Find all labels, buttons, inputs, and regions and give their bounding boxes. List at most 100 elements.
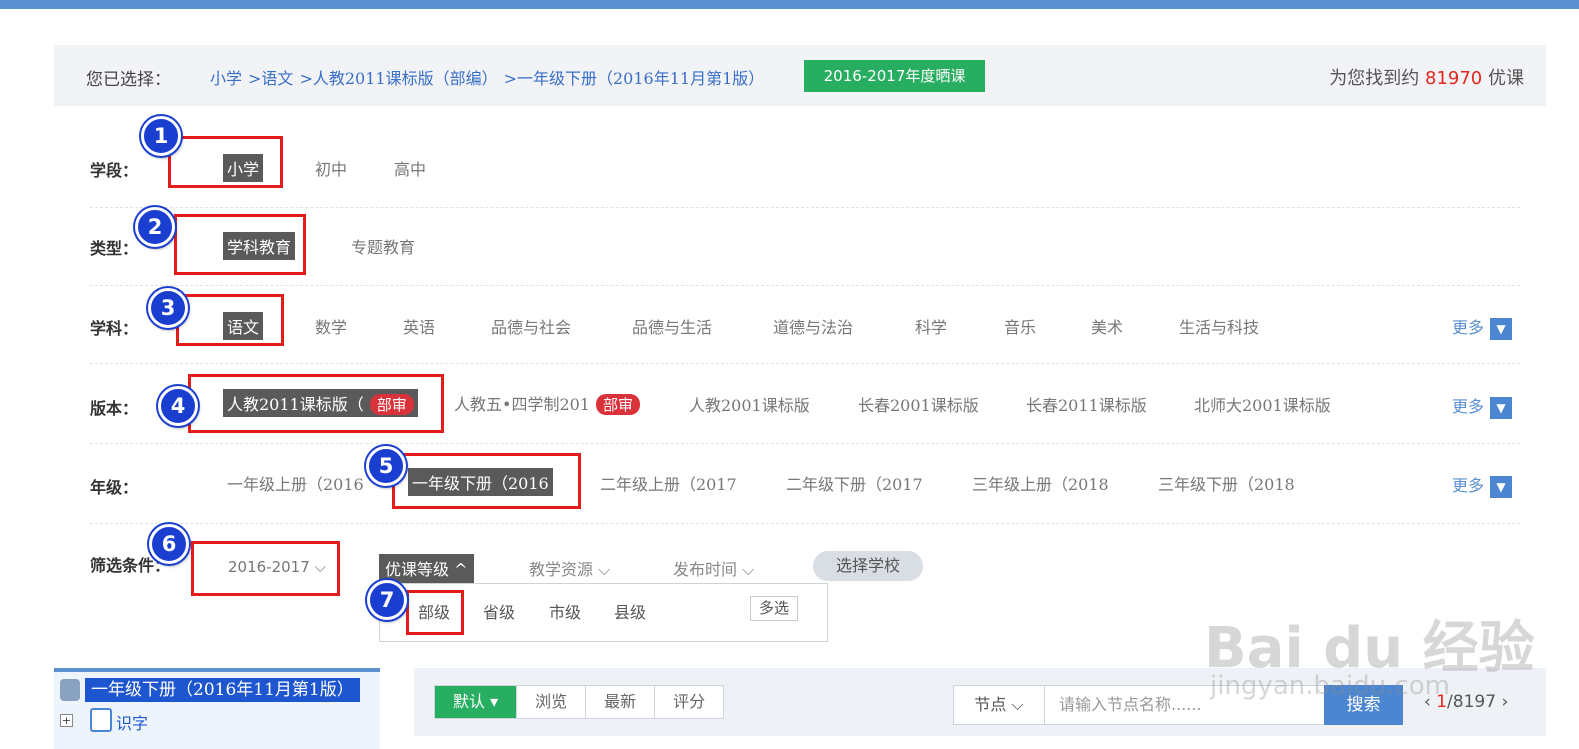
crumb-stage[interactable]: 小学 [210, 69, 242, 88]
sort-default-label: 默认 [453, 692, 486, 711]
tree-root-node[interactable]: 一年级下册（2016年11月第1版） [85, 678, 360, 702]
step-marker-5: 5 [366, 446, 406, 486]
stage-row: 学段： 小学 初中 高中 [90, 130, 1520, 208]
result-prefix: 为您找到约 [1329, 68, 1420, 89]
step-marker-4: 4 [158, 386, 198, 426]
subject-row: 学科： 语文 数学 英语 品德与社会 品德与生活 道德与法治 科学 音乐 美术 … [90, 286, 1520, 364]
step-marker-3: 3 [148, 288, 188, 328]
more-label: 更多 [1451, 397, 1484, 416]
next-page-icon[interactable]: › [1501, 692, 1508, 712]
grade-more-button[interactable]: 更多 ▼ [1452, 472, 1512, 498]
edition-option-cc2001[interactable]: 长春2001课标版 [858, 392, 979, 416]
stage-option-junior[interactable]: 初中 [315, 156, 347, 180]
edition-option-cc2011[interactable]: 长春2011课标版 [1026, 392, 1147, 416]
step-marker-6: 6 [149, 524, 189, 564]
subject-option-science[interactable]: 科学 [915, 314, 947, 338]
filter-tab-resource-label: 教学资源 [529, 560, 594, 579]
watermark-url: jingyan.baidu.com [1210, 671, 1450, 701]
review-badge: 部审 [595, 394, 640, 415]
grade-option-3b[interactable]: 三年级下册（2018 [1158, 471, 1295, 495]
filter-tab-level-label: 优课等级 [385, 560, 450, 579]
top-bar [0, 0, 1579, 9]
year-badge[interactable]: 2016-2017年度晒课 [804, 60, 985, 92]
crumb-edition[interactable]: >人教2011课标版（部编） [299, 69, 497, 88]
edition-option-pep2001[interactable]: 人教2001课标版 [689, 392, 810, 416]
grade-label: 年级： [90, 478, 139, 497]
annotation-box-3 [176, 294, 284, 346]
filter-tab-time-label: 发布时间 [673, 560, 738, 579]
grade-option-1a[interactable]: 一年级上册（2016 [227, 471, 364, 495]
chevron-down-icon: ⌵ [1011, 695, 1024, 714]
book-icon [60, 679, 80, 701]
result-count: 为您找到约 81970 优课 [1329, 64, 1524, 90]
edition-more-button[interactable]: 更多 ▼ [1452, 393, 1512, 419]
sort-newest-button[interactable]: 最新 [586, 686, 656, 718]
subject-option-morality-life[interactable]: 品德与生活 [632, 314, 712, 338]
level-option-province[interactable]: 省级 [483, 599, 515, 623]
annotation-box-2 [174, 214, 306, 275]
subject-option-english[interactable]: 英语 [403, 314, 435, 338]
annotation-box-5 [392, 453, 581, 509]
sort-group: 默认 ▾ 浏览 最新 评分 [434, 685, 725, 719]
step-marker-7: 7 [367, 580, 407, 620]
stage-label: 学段： [90, 161, 139, 180]
subject-option-math[interactable]: 数学 [315, 314, 347, 338]
step-marker-2: 2 [135, 207, 175, 247]
subject-option-morality-society[interactable]: 品德与社会 [491, 314, 571, 338]
edition-option-pep54[interactable]: 人教五•四学制201 部审 [454, 391, 640, 415]
grade-option-3a[interactable]: 三年级上册（2018 [972, 471, 1109, 495]
node-select[interactable]: 节点 ⌵ [953, 685, 1045, 725]
more-label: 更多 [1451, 318, 1484, 337]
triangle-down-icon: ▼ [1490, 396, 1512, 419]
node-select-value: 节点 [974, 695, 1007, 714]
type-label: 类型： [90, 239, 139, 258]
edition-label: 版本： [90, 399, 139, 418]
grade-option-2a[interactable]: 二年级上册（2017 [600, 471, 737, 495]
chapter-tree: 一年级下册（2016年11月第1版） + 识字 [54, 668, 380, 749]
subject-label: 学科： [90, 319, 139, 338]
sort-rating-button[interactable]: 评分 [655, 686, 723, 718]
annotation-box-4 [188, 374, 444, 433]
level-option-city[interactable]: 市级 [549, 599, 581, 623]
filter-tab-time[interactable]: 发布时间 ⌵ [673, 556, 754, 580]
watermark: Bai du 经验 jingyan.baidu.com [1198, 575, 1535, 705]
chevron-down-icon: ⌵ [742, 560, 755, 579]
sort-views-button[interactable]: 浏览 [517, 686, 587, 718]
crumb-subject[interactable]: >语文 [248, 69, 293, 88]
multi-select-button[interactable]: 多选 [750, 596, 798, 621]
tree-node-literacy[interactable]: 识字 [116, 710, 148, 734]
triangle-down-icon: ▼ [1490, 317, 1512, 340]
select-school-button[interactable]: 选择学校 [813, 551, 923, 581]
expand-icon[interactable]: + [60, 714, 73, 727]
filter-tab-level[interactable]: 优课等级 ^ [379, 554, 474, 584]
grade-row: 年级： 一年级上册（2016 一年级下册（2016 二年级上册（2017 二年级… [90, 444, 1520, 524]
annotation-box-6 [191, 541, 340, 596]
chevron-down-icon: ⌵ [598, 560, 611, 579]
level-option-county[interactable]: 县级 [614, 599, 646, 623]
selection-summary: 您已选择： 小学 >语文 >人教2011课标版（部编） >一年级下册（2016年11月… [54, 45, 1546, 106]
filter-tab-resource[interactable]: 教学资源 ⌵ [529, 556, 610, 580]
crumb-grade[interactable]: >一年级下册（2016年11月第1版） [504, 69, 765, 88]
subject-more-button[interactable]: 更多 ▼ [1452, 314, 1512, 340]
caret-down-icon: ▾ [490, 692, 499, 711]
subject-option-life-tech[interactable]: 生活与科技 [1179, 314, 1259, 338]
chevron-up-icon: ^ [454, 560, 468, 579]
stage-option-senior[interactable]: 高中 [394, 156, 426, 180]
result-number: 81970 [1425, 68, 1483, 89]
selection-label: 您已选择： [86, 70, 171, 90]
subject-option-art[interactable]: 美术 [1091, 314, 1123, 338]
triangle-down-icon: ▼ [1490, 475, 1512, 498]
annotation-box-1 [168, 136, 283, 188]
step-marker-1: 1 [141, 116, 181, 156]
edition-option-bnu2001[interactable]: 北师大2001课标版 [1194, 392, 1331, 416]
edition-option-pep54-label: 人教五•四学制201 [454, 395, 590, 414]
subject-option-music[interactable]: 音乐 [1004, 314, 1036, 338]
annotation-box-7 [406, 590, 464, 635]
more-label: 更多 [1451, 476, 1484, 495]
grade-option-2b[interactable]: 二年级下册（2017 [786, 471, 923, 495]
type-option-topic[interactable]: 专题教育 [351, 234, 415, 258]
breadcrumb: 小学 >语文 >人教2011课标版（部编） >一年级下册（2016年11月第1版） [210, 65, 770, 89]
subject-option-ethics-law[interactable]: 道德与法治 [773, 314, 853, 338]
sort-default-button[interactable]: 默认 ▾ [435, 686, 518, 718]
file-icon [90, 708, 112, 732]
